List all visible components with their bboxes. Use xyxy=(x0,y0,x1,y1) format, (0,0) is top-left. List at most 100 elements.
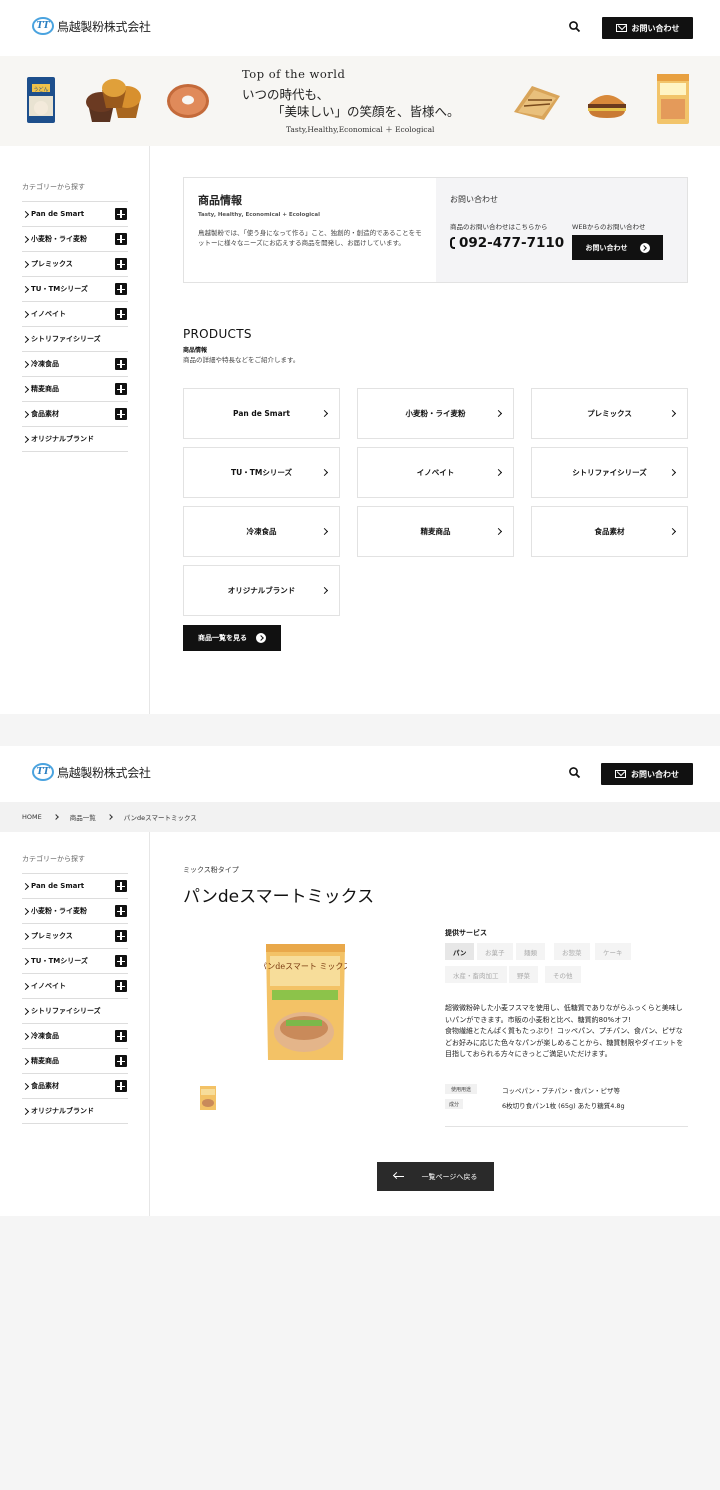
info-card: 商品情報 Tasty, Healthy, Economical + Ecolog… xyxy=(183,177,688,283)
plus-icon[interactable] xyxy=(115,880,127,892)
package-label: パンdeスマート ミックス xyxy=(264,962,347,971)
plus-icon[interactable] xyxy=(115,930,127,942)
donut-image xyxy=(167,84,209,118)
udon-package-image: うどん xyxy=(27,77,55,123)
logo[interactable]: TT 鳥越製粉株式会社 xyxy=(32,17,151,35)
arrow-left-icon xyxy=(393,1175,404,1178)
plus-icon[interactable] xyxy=(115,233,127,245)
phone-number[interactable]: 092-477-7110 xyxy=(450,235,564,251)
sidebar-item-frozen[interactable]: 冷凍食品 xyxy=(22,352,128,377)
product-card-pan-de-smart[interactable]: Pan de Smart xyxy=(183,388,340,439)
plus-icon[interactable] xyxy=(115,955,127,967)
plus-icon[interactable] xyxy=(115,1030,127,1042)
product-card-label: 精麦商品 xyxy=(420,527,451,536)
tag-label: 水産・畜肉加工 xyxy=(453,971,499,980)
plus-icon[interactable] xyxy=(115,1055,127,1067)
sidebar-item-premix[interactable]: プレミックス xyxy=(22,924,128,949)
plus-icon[interactable] xyxy=(115,1080,127,1092)
product-card-label: 冷凍食品 xyxy=(246,527,277,536)
sidebar-item-pan-de-smart[interactable]: Pan de Smart xyxy=(22,202,128,227)
web-contact-button[interactable]: お問い合わせ xyxy=(572,235,663,260)
chevron-right-icon xyxy=(320,586,329,595)
phone-icon xyxy=(450,237,455,249)
service-tag-seafood-meat: 水産・畜肉加工 xyxy=(445,966,507,983)
sidebar-item-frozen[interactable]: 冷凍食品 xyxy=(22,1024,128,1049)
tag-label: 野菜 xyxy=(517,971,530,980)
flour-bag-image xyxy=(657,74,689,124)
sidebar-item-pan-de-smart[interactable]: Pan de Smart xyxy=(22,874,128,899)
view-all-label: 商品一覧を見る xyxy=(198,634,247,642)
plus-icon[interactable] xyxy=(115,358,127,370)
plus-icon[interactable] xyxy=(115,383,127,395)
chevron-right-icon xyxy=(494,409,503,418)
sidebar-item-innovate[interactable]: イノベイト xyxy=(22,302,128,327)
plus-icon[interactable] xyxy=(115,258,127,270)
logo[interactable]: TT 鳥越製粉株式会社 xyxy=(32,763,151,781)
spec-value-usage: コッペパン・プチパン・食パン・ピザ等 xyxy=(502,1087,620,1095)
tag-label: お惣菜 xyxy=(562,948,582,957)
sidebar-item-barley[interactable]: 精麦商品 xyxy=(22,377,128,402)
mail-icon xyxy=(615,770,626,778)
contact-button[interactable]: お問い合わせ xyxy=(602,17,693,39)
plus-icon[interactable] xyxy=(115,905,127,917)
product-card-tu-tm[interactable]: TU・TMシリーズ xyxy=(183,447,340,498)
plus-icon[interactable] xyxy=(115,208,127,220)
product-card-citrify[interactable]: シトリファイシリーズ xyxy=(531,447,688,498)
contact-button[interactable]: お問い合わせ xyxy=(601,763,693,785)
plus-icon[interactable] xyxy=(115,980,127,992)
product-card-label: 食品素材 xyxy=(594,527,625,536)
product-card-ingredients[interactable]: 食品素材 xyxy=(531,506,688,557)
service-tag-other: その他 xyxy=(545,966,581,983)
sidebar-item-ingredients[interactable]: 食品素材 xyxy=(22,1074,128,1099)
sidebar-item-tu-tm[interactable]: TU・TMシリーズ xyxy=(22,949,128,974)
sidebar-item-label: Pan de Smart xyxy=(31,210,85,218)
sidebar-item-tu-tm[interactable]: TU・TMシリーズ xyxy=(22,277,128,302)
back-to-list-button[interactable]: 一覧ページへ戻る xyxy=(377,1162,494,1191)
product-card-label: イノベイト xyxy=(416,468,455,477)
product-card-label: 小麦粉・ライ麦粉 xyxy=(405,409,466,418)
service-tag-deli: お惣菜 xyxy=(554,943,590,960)
product-card-original[interactable]: オリジナルブランド xyxy=(183,565,340,616)
sidebar-item-label: オリジナルブランド xyxy=(31,1107,94,1115)
sidebar-item-flour[interactable]: 小麦粉・ライ麦粉 xyxy=(22,227,128,252)
chevron-right-icon xyxy=(320,468,329,477)
plus-icon[interactable] xyxy=(115,308,127,320)
phone-label: 商品のお問い合わせはこちらから xyxy=(450,223,548,231)
breadcrumb-home[interactable]: HOME xyxy=(22,813,42,821)
product-card-barley[interactable]: 精麦商品 xyxy=(357,506,514,557)
product-card-innovate[interactable]: イノベイト xyxy=(357,447,514,498)
package-text: うどん xyxy=(33,86,48,93)
sidebar-item-label: 精麦商品 xyxy=(31,1057,59,1065)
product-card-premix[interactable]: プレミックス xyxy=(531,388,688,439)
plus-icon[interactable] xyxy=(115,408,127,420)
sidebar-item-premix[interactable]: プレミックス xyxy=(22,252,128,277)
banner-line-3: 「美味しい」の笑顔を、皆様へ。 xyxy=(272,104,460,119)
breadcrumb-products[interactable]: 商品一覧 xyxy=(70,812,96,822)
sidebar-title: カテゴリーから探す xyxy=(22,183,85,191)
sidebar-item-label: TU・TMシリーズ xyxy=(31,957,88,965)
product-thumbnail[interactable] xyxy=(199,1085,217,1111)
view-all-products-button[interactable]: 商品一覧を見る xyxy=(183,625,281,651)
plus-icon[interactable] xyxy=(115,283,127,295)
tag-label: お菓子 xyxy=(485,948,505,957)
web-contact-label: お問い合わせ xyxy=(585,243,628,252)
sidebar-item-barley[interactable]: 精麦商品 xyxy=(22,1049,128,1074)
sidebar-item-citrify[interactable]: シトリファイシリーズ xyxy=(22,999,128,1024)
sidebar-item-original[interactable]: オリジナルブランド xyxy=(22,1099,128,1124)
service-tag-sweets: お菓子 xyxy=(477,943,513,960)
service-tag-vegetables: 野菜 xyxy=(509,966,538,983)
category-list: Pan de Smart 小麦粉・ライ麦粉 プレミックス TU・TMシリーズ イ… xyxy=(22,873,128,1124)
sidebar-item-flour[interactable]: 小麦粉・ライ麦粉 xyxy=(22,899,128,924)
search-icon[interactable] xyxy=(568,766,582,780)
sidebar-item-label: シトリファイシリーズ xyxy=(31,335,101,343)
product-card-frozen[interactable]: 冷凍食品 xyxy=(183,506,340,557)
sidebar-item-original[interactable]: オリジナルブランド xyxy=(22,427,128,452)
product-card-label: シトリファイシリーズ xyxy=(572,468,647,477)
sidebar-item-innovate[interactable]: イノベイト xyxy=(22,974,128,999)
spec-label-text: 使用用途 xyxy=(451,1086,472,1093)
product-card-flour[interactable]: 小麦粉・ライ麦粉 xyxy=(357,388,514,439)
sidebar-item-label: Pan de Smart xyxy=(31,882,85,890)
search-icon[interactable] xyxy=(568,20,582,34)
sidebar-item-ingredients[interactable]: 食品素材 xyxy=(22,402,128,427)
sidebar-item-citrify[interactable]: シトリファイシリーズ xyxy=(22,327,128,352)
